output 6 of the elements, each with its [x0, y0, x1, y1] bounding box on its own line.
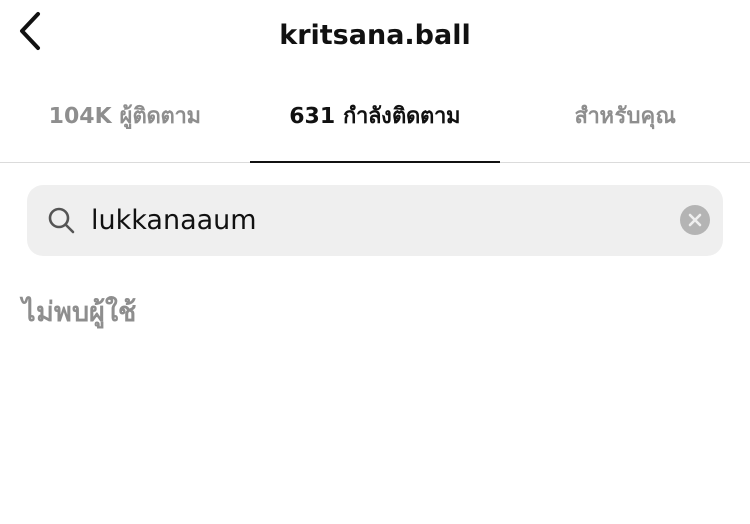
back-icon[interactable]: [18, 11, 42, 51]
search-icon: [47, 206, 75, 234]
tab[interactable]: 631 กำลังติดตาม: [250, 70, 500, 163]
search-field[interactable]: lukkanaaum: [27, 185, 723, 256]
profile-username: kritsana.ball: [279, 20, 471, 50]
no-users-found-message: ไม่พบผู้ใช้: [22, 290, 136, 333]
